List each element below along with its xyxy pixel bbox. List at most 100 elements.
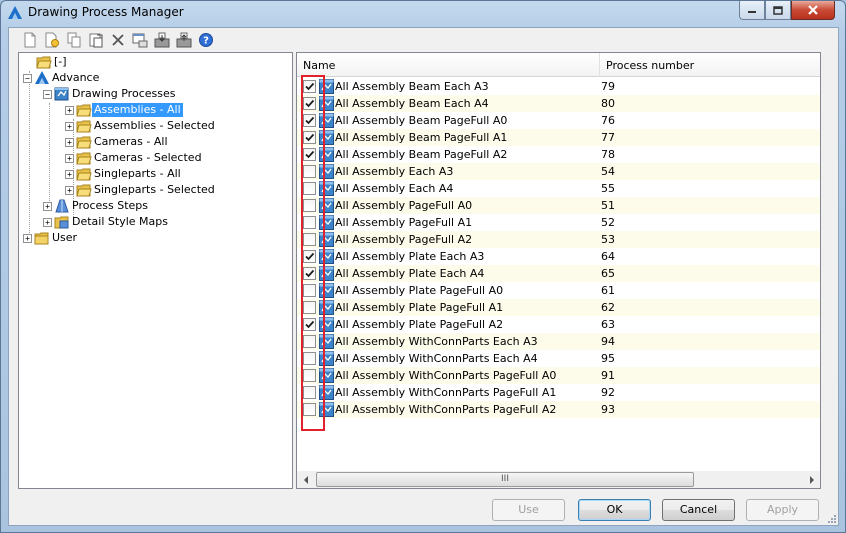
process-name: All Assembly Beam Each A3 [335, 80, 489, 93]
list-row[interactable]: All Assembly Beam PageFull A2 78 [297, 146, 820, 163]
dialog-window: Drawing Process Manager ? [-] − Advance … [0, 0, 846, 533]
tree-node-label: User [52, 231, 78, 244]
paste-button[interactable] [85, 30, 106, 50]
detail-style-maps-icon [54, 216, 69, 229]
process-number: 91 [601, 369, 615, 382]
export-icon [176, 32, 191, 48]
copy-button[interactable] [63, 30, 84, 50]
process-name: All Assembly WithConnParts PageFull A2 [335, 403, 557, 416]
process-list[interactable]: Name Process number All Assembly Beam Ea… [296, 52, 821, 489]
import-icon [154, 32, 169, 48]
apply-button[interactable]: Apply [746, 499, 819, 521]
list-row[interactable]: All Assembly PageFull A0 51 [297, 197, 820, 214]
tree-node-cameras-selected[interactable]: + Cameras - Selected [65, 150, 204, 166]
list-row[interactable]: All Assembly Plate Each A3 64 [297, 248, 820, 265]
expand-toggle-icon[interactable]: + [65, 169, 74, 179]
list-row[interactable]: All Assembly WithConnParts PageFull A2 9… [297, 401, 820, 418]
process-name: All Assembly Each A3 [335, 165, 454, 178]
list-row[interactable]: All Assembly WithConnParts PageFull A0 9… [297, 367, 820, 384]
export-button[interactable] [173, 30, 194, 50]
list-row[interactable]: All Assembly WithConnParts PageFull A1 9… [297, 384, 820, 401]
list-row[interactable]: All Assembly Plate PageFull A1 62 [297, 299, 820, 316]
process-number: 95 [601, 352, 615, 365]
cancel-button[interactable]: Cancel [662, 499, 735, 521]
process-name: All Assembly PageFull A2 [335, 233, 473, 246]
tree-node-process-steps[interactable]: + Process Steps [43, 198, 150, 214]
process-number: 65 [601, 267, 615, 280]
new-from-button[interactable] [41, 30, 62, 50]
tree-node-root[interactable]: [-] [23, 54, 69, 70]
list-row[interactable]: All Assembly WithConnParts Each A4 95 [297, 350, 820, 367]
tree-node-detail-style-maps[interactable]: + Detail Style Maps [43, 214, 170, 230]
tree-node-drawing-processes[interactable]: − Drawing Processes [43, 86, 177, 102]
collapse-toggle-icon[interactable]: − [43, 89, 52, 99]
expand-toggle-icon[interactable]: + [43, 217, 52, 227]
list-row[interactable]: All Assembly PageFull A1 52 [297, 214, 820, 231]
process-name: All Assembly Beam PageFull A1 [335, 131, 508, 144]
tree-node-user[interactable]: + User [23, 230, 79, 246]
minimize-button[interactable] [739, 1, 765, 20]
title-bar[interactable]: Drawing Process Manager [1, 1, 845, 25]
properties-icon [132, 33, 147, 48]
properties-button[interactable] [129, 30, 150, 50]
tree-node-singleparts-all[interactable]: + Singleparts - All [65, 166, 183, 182]
tree-node-label: Detail Style Maps [72, 215, 168, 228]
scroll-right-button[interactable] [803, 471, 820, 488]
delete-button[interactable] [107, 30, 128, 50]
list-row[interactable]: All Assembly PageFull A2 53 [297, 231, 820, 248]
process-steps-icon [55, 199, 69, 213]
process-name: All Assembly WithConnParts PageFull A0 [335, 369, 557, 382]
list-row[interactable]: All Assembly Beam Each A3 79 [297, 78, 820, 95]
process-name: All Assembly Plate PageFull A1 [335, 301, 504, 314]
horizontal-scrollbar[interactable]: III [297, 471, 820, 488]
list-row[interactable]: All Assembly WithConnParts Each A3 94 [297, 333, 820, 350]
list-row[interactable]: All Assembly Beam PageFull A1 77 [297, 129, 820, 146]
new-button[interactable] [19, 30, 40, 50]
close-icon [808, 5, 818, 15]
maximize-button[interactable] [765, 1, 791, 20]
import-button[interactable] [151, 30, 172, 50]
expand-toggle-icon[interactable]: + [43, 201, 52, 211]
close-button[interactable] [791, 1, 835, 20]
list-row[interactable]: All Assembly Plate PageFull A0 61 [297, 282, 820, 299]
list-row[interactable]: All Assembly Beam PageFull A0 76 [297, 112, 820, 129]
resize-grip-icon[interactable] [826, 513, 836, 523]
scroll-left-button[interactable] [297, 471, 314, 488]
folder-icon [76, 184, 92, 197]
process-number: 52 [601, 216, 615, 229]
chevron-right-icon [809, 475, 814, 484]
column-header-process-number[interactable]: Process number [600, 53, 820, 77]
scroll-thumb[interactable]: III [316, 472, 694, 487]
ok-button[interactable]: OK [578, 499, 651, 521]
column-header-name[interactable]: Name [297, 53, 600, 77]
list-row[interactable]: All Assembly Beam Each A4 80 [297, 95, 820, 112]
collapse-toggle-icon[interactable]: − [23, 73, 32, 83]
tree-node-assemblies-all[interactable]: + Assemblies - All [65, 102, 183, 118]
user-folder-icon [34, 232, 49, 245]
process-number: 94 [601, 335, 615, 348]
app-logo-icon [8, 6, 22, 19]
tree-node-singleparts-selected[interactable]: + Singleparts - Selected [65, 182, 217, 198]
list-row[interactable]: All Assembly Each A4 55 [297, 180, 820, 197]
expand-toggle-icon[interactable]: + [65, 137, 74, 147]
process-tree[interactable]: [-] − Advance − Drawing Processes + Assembl… [18, 52, 293, 489]
process-name: All Assembly PageFull A0 [335, 199, 473, 212]
tree-node-label: Process Steps [72, 199, 149, 212]
help-button[interactable]: ? [195, 30, 216, 50]
list-header: Name Process number [297, 53, 820, 77]
expand-toggle-icon[interactable]: + [65, 153, 74, 163]
expand-toggle-icon[interactable]: + [65, 185, 74, 195]
folder-icon [76, 104, 92, 117]
tree-node-assemblies-selected[interactable]: + Assemblies - Selected [65, 118, 217, 134]
process-name: All Assembly Each A4 [335, 182, 454, 195]
expand-toggle-icon[interactable]: + [23, 233, 32, 243]
list-row[interactable]: All Assembly Plate PageFull A2 63 [297, 316, 820, 333]
use-button[interactable]: Use [492, 499, 565, 521]
tree-node-cameras-all[interactable]: + Cameras - All [65, 134, 170, 150]
expand-toggle-icon[interactable]: + [65, 105, 74, 115]
drawing-processes-icon [54, 87, 69, 101]
list-row[interactable]: All Assembly Plate Each A4 65 [297, 265, 820, 282]
list-row[interactable]: All Assembly Each A3 54 [297, 163, 820, 180]
expand-toggle-icon[interactable]: + [65, 121, 74, 131]
tree-node-advance[interactable]: − Advance [23, 70, 101, 86]
